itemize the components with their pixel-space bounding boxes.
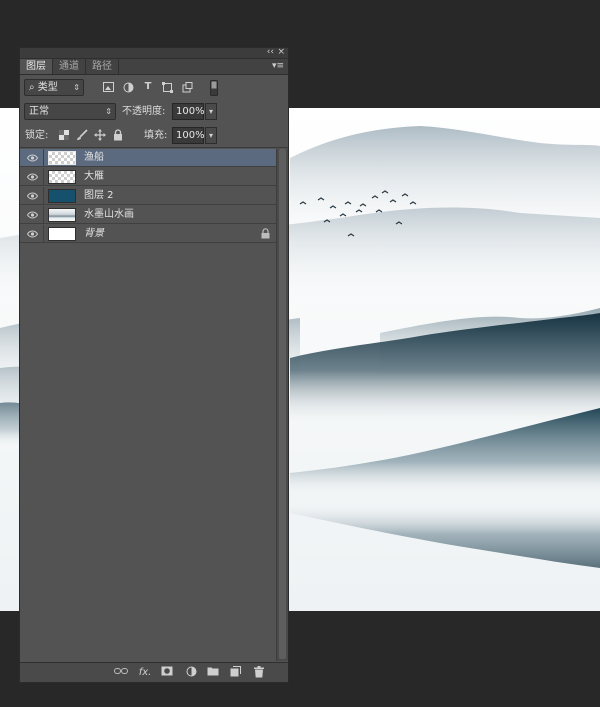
- filter-shape-icon[interactable]: [161, 82, 173, 94]
- blend-mode-value: 正常: [29, 106, 49, 117]
- lock-image-pixels-icon[interactable]: [76, 129, 88, 141]
- tab-layers[interactable]: 图层: [20, 59, 53, 74]
- opacity-label: 不透明度:: [122, 106, 166, 117]
- lock-position-icon[interactable]: [94, 129, 106, 141]
- filter-pixel-icon[interactable]: [102, 82, 114, 94]
- adjustment-layer-icon[interactable]: [184, 666, 198, 680]
- filter-toggle-switch[interactable]: [210, 80, 218, 96]
- scrollbar-thumb[interactable]: [279, 149, 286, 659]
- layer-row-background[interactable]: 背景: [20, 225, 276, 243]
- search-icon: ⌕: [29, 82, 35, 93]
- filter-kind-value: 类型: [37, 82, 58, 93]
- new-layer-icon[interactable]: [228, 666, 242, 680]
- blend-opacity-row: 正常 ⇕ 不透明度: 100% ▾: [20, 100, 288, 124]
- layer-row-ink-landscape[interactable]: 水墨山水画: [20, 206, 276, 224]
- layer-row-layer-2[interactable]: 图层 2: [20, 187, 276, 205]
- visibility-eye-icon[interactable]: [20, 168, 44, 186]
- fill-dropdown-icon[interactable]: ▾: [205, 127, 217, 144]
- lock-transparent-pixels-icon[interactable]: [58, 130, 70, 142]
- opacity-input[interactable]: 100%: [172, 103, 205, 120]
- layer-style-fx-icon[interactable]: fx.: [138, 666, 152, 680]
- fill-input[interactable]: 100%: [172, 127, 205, 144]
- panel-title-bar[interactable]: ‹‹ ×: [20, 46, 288, 59]
- layer-thumbnail: [48, 189, 76, 203]
- filter-kind-select[interactable]: ⌕ 类型 ⇕: [24, 79, 84, 96]
- layer-thumbnail: [48, 208, 76, 222]
- visibility-eye-icon[interactable]: [20, 206, 44, 224]
- layer-name[interactable]: 背景: [84, 225, 104, 243]
- visibility-eye-icon[interactable]: [20, 187, 44, 205]
- opacity-dropdown-icon[interactable]: ▾: [205, 103, 217, 120]
- lock-fill-row: 锁定: 填充: 100% ▾: [20, 124, 288, 148]
- lock-all-icon[interactable]: [112, 129, 124, 141]
- panel-tabs: 图层 通道 路径 ▾≡: [20, 59, 288, 75]
- layer-name[interactable]: 大雁: [84, 168, 104, 186]
- layer-filter-row: ⌕ 类型 ⇕ T: [20, 76, 288, 100]
- layer-thumbnail: [48, 170, 76, 184]
- filter-smart-object-icon[interactable]: [181, 82, 193, 94]
- layer-lock-icon: [261, 228, 270, 242]
- layer-list-scrollbar[interactable]: [276, 149, 288, 661]
- layer-name[interactable]: 渔船: [84, 149, 104, 167]
- panel-bottom-toolbar: fx.: [20, 662, 288, 682]
- layer-thumbnail: [48, 227, 76, 241]
- tab-paths[interactable]: 路径: [86, 59, 119, 74]
- panel-menu-icon[interactable]: ▾≡: [272, 61, 284, 71]
- layer-thumbnail: [48, 151, 76, 165]
- delete-layer-trash-icon[interactable]: [252, 666, 266, 680]
- filter-adjustment-icon[interactable]: [122, 82, 134, 94]
- filter-type-icon[interactable]: T: [142, 81, 154, 93]
- add-mask-icon[interactable]: [160, 666, 174, 680]
- layer-list: 渔船 大雁 图层 2 水墨山水画 背景: [20, 149, 288, 661]
- close-panel-icon[interactable]: ×: [277, 46, 285, 58]
- layer-name[interactable]: 水墨山水画: [84, 206, 134, 224]
- visibility-eye-icon[interactable]: [20, 149, 44, 167]
- fill-label: 填充:: [144, 130, 168, 141]
- layers-panel: ‹‹ × 图层 通道 路径 ▾≡ ⌕ 类型 ⇕ T 正常 ⇕ 不透明度: 100…: [19, 47, 289, 683]
- lock-label: 锁定:: [25, 130, 49, 141]
- tab-channels[interactable]: 通道: [53, 59, 86, 74]
- chevron-updown-icon: ⇕: [105, 107, 112, 116]
- collapse-panel-icon[interactable]: ‹‹: [267, 46, 274, 58]
- chevron-updown-icon: ⇕: [73, 83, 80, 92]
- new-group-folder-icon[interactable]: [206, 666, 220, 680]
- link-layers-icon[interactable]: [114, 666, 128, 680]
- layer-name[interactable]: 图层 2: [84, 187, 114, 205]
- visibility-eye-icon[interactable]: [20, 225, 44, 243]
- layer-row-fishing-boat[interactable]: 渔船: [20, 149, 276, 167]
- layer-row-geese[interactable]: 大雁: [20, 168, 276, 186]
- blend-mode-select[interactable]: 正常 ⇕: [24, 103, 116, 120]
